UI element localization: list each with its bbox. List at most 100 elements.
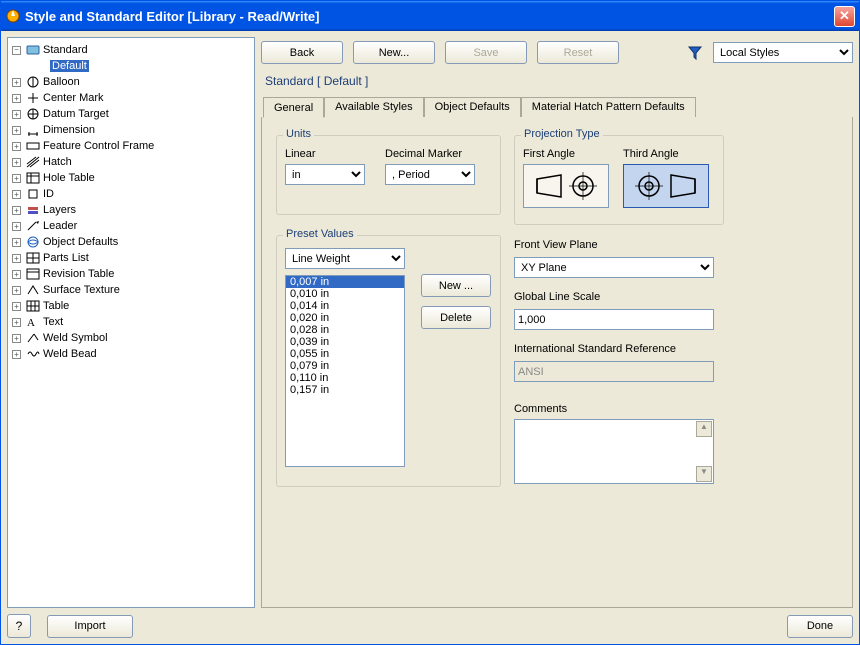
new-button[interactable]: New...	[353, 41, 435, 64]
tab-general[interactable]: General	[263, 97, 324, 118]
preset-title: Preset Values	[283, 228, 357, 240]
preset-item[interactable]: 0,010 in	[286, 288, 404, 300]
tab-available-styles[interactable]: Available Styles	[324, 97, 423, 118]
preset-delete-button[interactable]: Delete	[421, 306, 491, 329]
first-angle-option[interactable]	[523, 164, 609, 208]
third-angle-option[interactable]	[623, 164, 709, 208]
tree-item-hole-table[interactable]: +Hole Table	[10, 170, 252, 186]
tree-item-text[interactable]: +AText	[10, 314, 252, 330]
tree-label: Dimension	[43, 124, 95, 136]
preset-item[interactable]: 0,055 in	[286, 348, 404, 360]
scroll-down-icon[interactable]: ▼	[696, 466, 712, 482]
tree-label: Table	[43, 300, 69, 312]
tree-item-dimension[interactable]: + Dimension	[10, 122, 252, 138]
tree-item-center-mark[interactable]: +Center Mark	[10, 90, 252, 106]
expand-icon[interactable]: +	[12, 174, 21, 183]
tree-item-layers[interactable]: +Layers	[10, 202, 252, 218]
tree-item-object-defaults[interactable]: +Object Defaults	[10, 234, 252, 250]
category-icon	[25, 155, 41, 169]
expand-icon[interactable]: +	[12, 286, 21, 295]
expand-icon[interactable]: +	[12, 238, 21, 247]
expand-icon[interactable]: +	[12, 206, 21, 215]
line-scale-section: Global Line Scale	[514, 291, 714, 330]
intl-ref-label: International Standard Reference	[514, 343, 714, 355]
comments-label: Comments	[514, 403, 714, 415]
front-view-section: Front View Plane XY Plane	[514, 239, 714, 278]
back-button[interactable]: Back	[261, 41, 343, 64]
tree-item-hatch[interactable]: +Hatch	[10, 154, 252, 170]
expand-icon[interactable]: +	[12, 94, 21, 103]
save-button[interactable]: Save	[445, 41, 527, 64]
tree-item-leader[interactable]: + Leader	[10, 218, 252, 234]
expand-icon[interactable]: +	[12, 126, 21, 135]
import-button[interactable]: Import	[47, 615, 133, 638]
preset-item[interactable]: 0,020 in	[286, 312, 404, 324]
expand-icon[interactable]: +	[12, 270, 21, 279]
done-button[interactable]: Done	[787, 615, 853, 638]
tree-label: Revision Table	[43, 268, 114, 280]
tab-material-hatch[interactable]: Material Hatch Pattern Defaults	[521, 97, 696, 118]
preset-item[interactable]: 0,157 in	[286, 384, 404, 396]
tree-panel[interactable]: − Standard Default+Balloon+Center Mark+D…	[7, 37, 255, 608]
category-icon	[25, 203, 41, 217]
preset-item[interactable]: 0,014 in	[286, 300, 404, 312]
decimal-combo[interactable]: , Period	[385, 164, 475, 185]
tree-item-id[interactable]: +ID	[10, 186, 252, 202]
linear-combo[interactable]: in	[285, 164, 365, 185]
category-icon	[25, 107, 41, 121]
expand-icon[interactable]: +	[12, 334, 21, 343]
collapse-icon[interactable]: −	[12, 46, 21, 55]
tree-item-surface-texture[interactable]: +Surface Texture	[10, 282, 252, 298]
preset-new-button[interactable]: New ...	[421, 274, 491, 297]
close-button[interactable]: ✕	[834, 6, 855, 27]
help-button[interactable]: ?	[7, 614, 31, 638]
expand-icon[interactable]: +	[12, 302, 21, 311]
units-title: Units	[283, 128, 314, 140]
comments-textarea[interactable]: ▲ ▼	[514, 419, 714, 484]
intl-ref-section: International Standard Reference	[514, 343, 714, 382]
tree-item-feature-control-frame[interactable]: +Feature Control Frame	[10, 138, 252, 154]
tree-root[interactable]: − Standard	[10, 42, 252, 58]
category-icon: A	[25, 315, 41, 329]
front-view-label: Front View Plane	[514, 239, 714, 251]
projection-group: Projection Type First Angle	[514, 135, 724, 225]
preset-item[interactable]: 0,028 in	[286, 324, 404, 336]
preset-group: Preset Values Line Weight 0,007 in0,010 …	[276, 235, 501, 487]
tree-item-weld-bead[interactable]: +Weld Bead	[10, 346, 252, 362]
expand-icon[interactable]: +	[12, 254, 21, 263]
front-view-combo[interactable]: XY Plane	[514, 257, 714, 278]
reset-button[interactable]: Reset	[537, 41, 619, 64]
tree-item-default[interactable]: Default	[28, 58, 252, 74]
expand-icon[interactable]: +	[12, 222, 21, 231]
styles-combo[interactable]: Local Styles	[713, 42, 853, 63]
expand-icon[interactable]: +	[12, 78, 21, 87]
tree-item-balloon[interactable]: +Balloon	[10, 74, 252, 90]
tree-item-parts-list[interactable]: +Parts List	[10, 250, 252, 266]
app-icon	[5, 8, 21, 24]
tree-item-revision-table[interactable]: + Revision Table	[10, 266, 252, 282]
tree-label: Leader	[43, 220, 77, 232]
tree-item-table[interactable]: + Table	[10, 298, 252, 314]
preset-category-combo[interactable]: Line Weight	[285, 248, 405, 269]
scroll-up-icon[interactable]: ▲	[696, 421, 712, 437]
filter-icon[interactable]	[687, 45, 703, 61]
category-icon	[25, 219, 41, 233]
preset-item[interactable]: 0,110 in	[286, 372, 404, 384]
expand-icon[interactable]: +	[12, 110, 21, 119]
tree-item-weld-symbol[interactable]: +Weld Symbol	[10, 330, 252, 346]
expand-icon[interactable]: +	[12, 190, 21, 199]
expand-icon[interactable]: +	[12, 350, 21, 359]
tab-object-defaults[interactable]: Object Defaults	[424, 97, 521, 118]
book-icon	[25, 43, 41, 57]
preset-item[interactable]: 0,079 in	[286, 360, 404, 372]
preset-item[interactable]: 0,039 in	[286, 336, 404, 348]
tree-item-datum-target[interactable]: +Datum Target	[10, 106, 252, 122]
expand-icon[interactable]: +	[12, 158, 21, 167]
category-icon	[25, 331, 41, 345]
expand-icon[interactable]: +	[12, 142, 21, 151]
units-group: Units Linear in Decimal Marker , Period	[276, 135, 501, 215]
expand-icon[interactable]: +	[12, 318, 21, 327]
line-scale-input[interactable]	[514, 309, 714, 330]
preset-item[interactable]: 0,007 in	[286, 276, 404, 288]
preset-listbox[interactable]: 0,007 in0,010 in0,014 in0,020 in0,028 in…	[285, 275, 405, 467]
